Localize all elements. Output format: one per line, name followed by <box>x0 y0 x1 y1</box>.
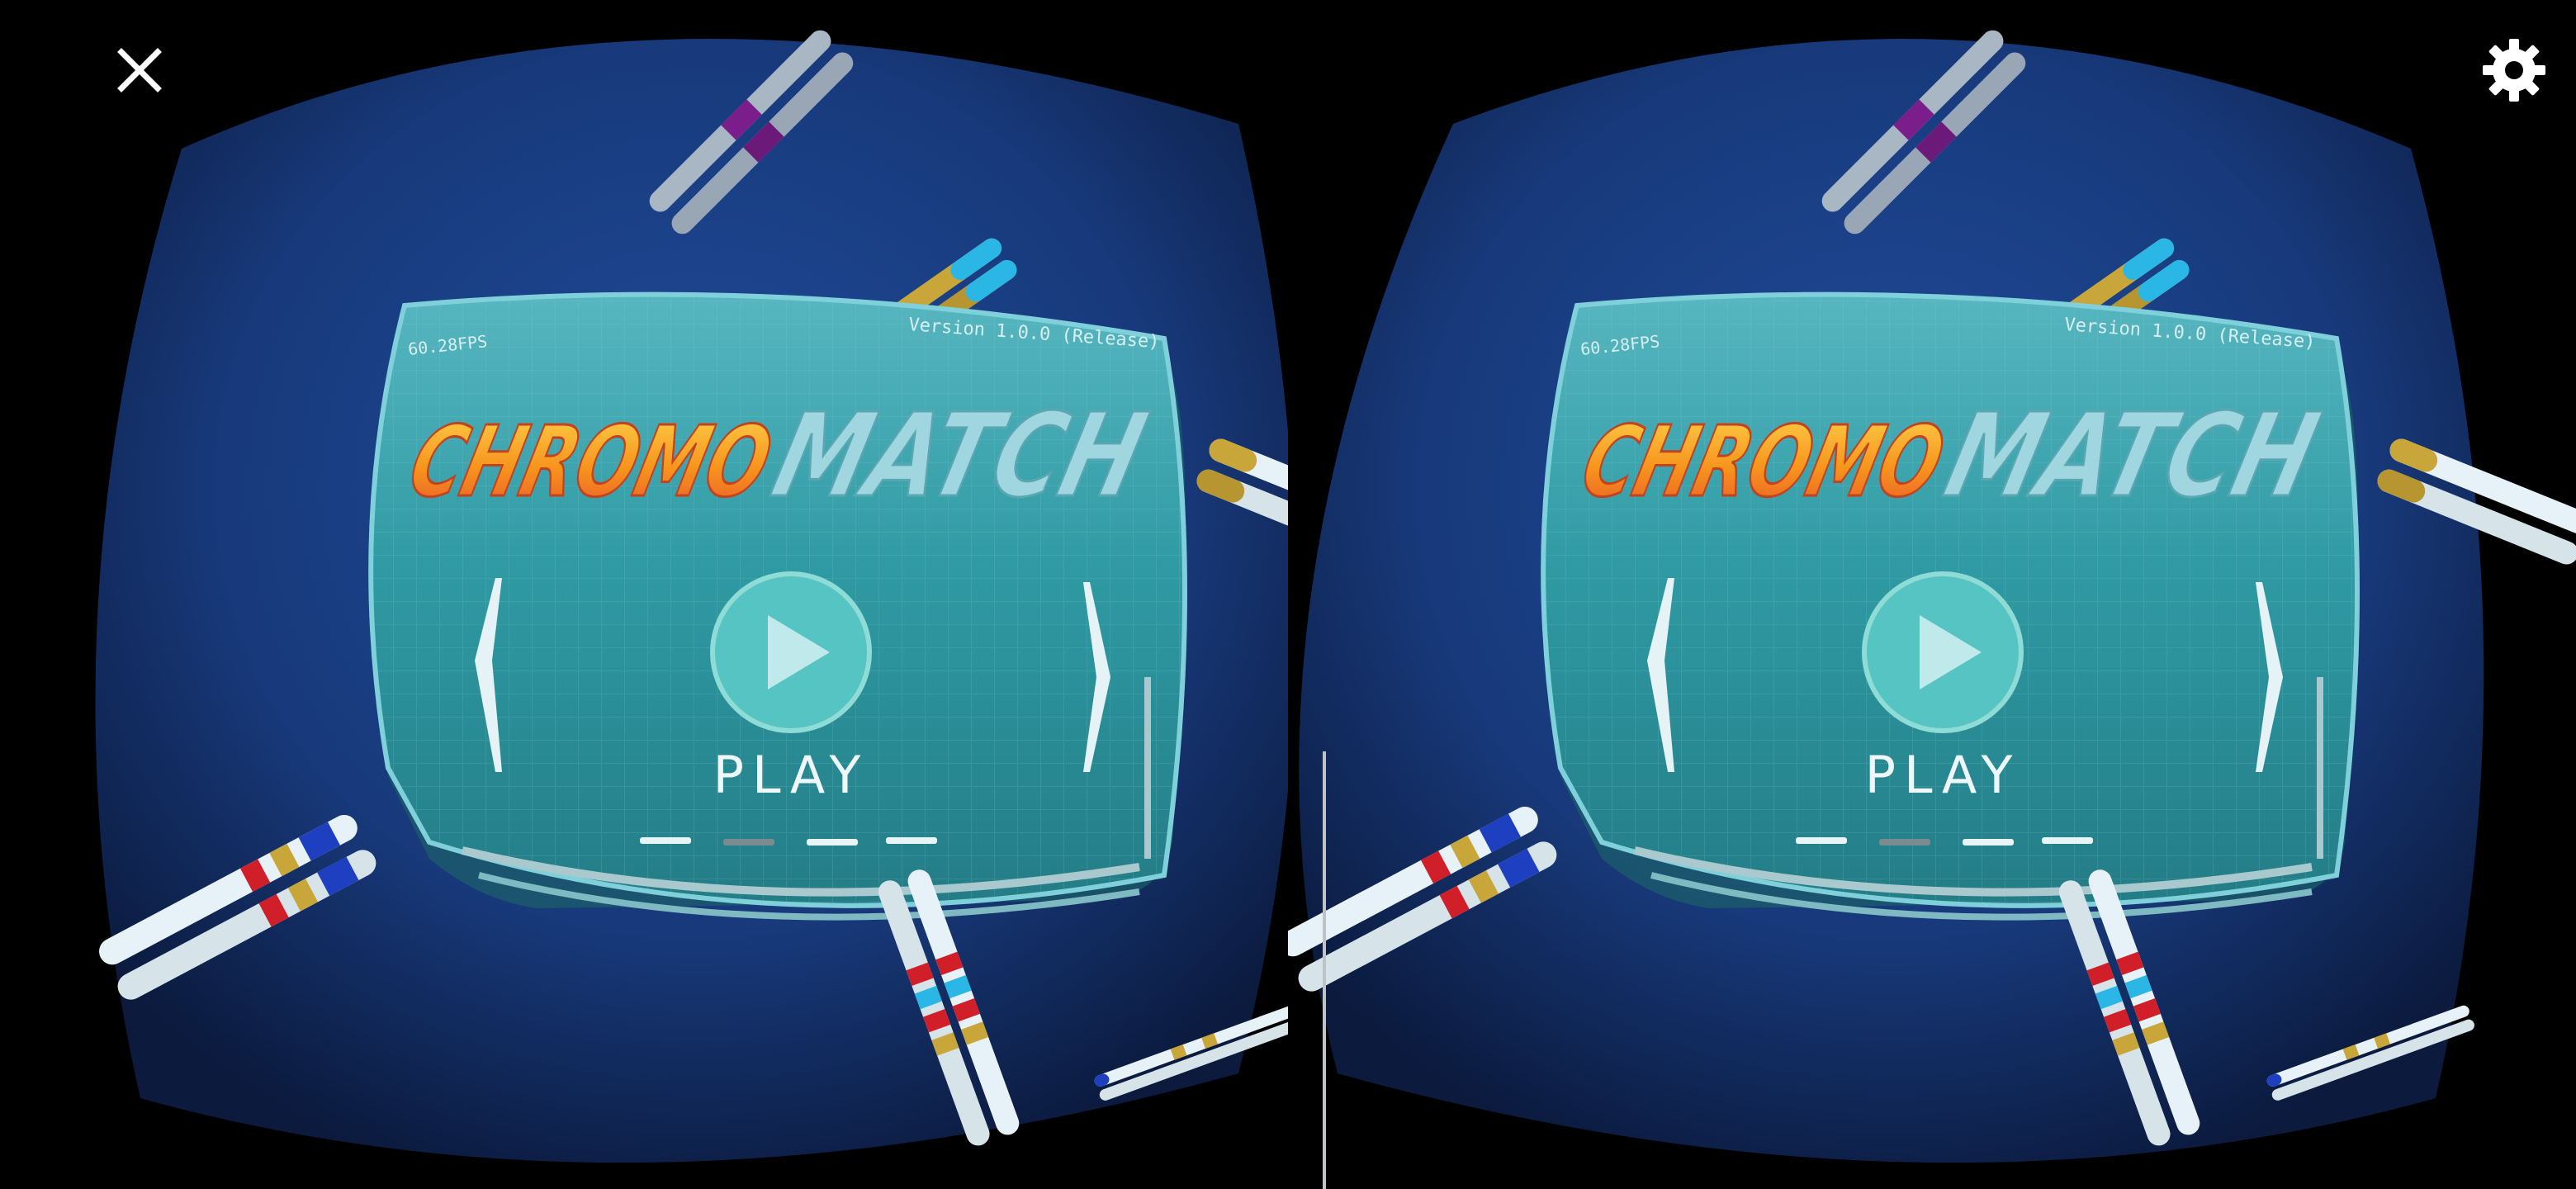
vr-stereo-view: 60.28FPS Version 1.0.0 (Release) CHROMO … <box>0 0 2576 1189</box>
page-dot-active <box>1879 839 1930 846</box>
right-eye-view: 60.28FPS Version 1.0.0 (Release) CHROMO … <box>1288 0 2576 1189</box>
play-button[interactable] <box>1862 571 2024 733</box>
vr-alignment-divider <box>1323 751 1326 1189</box>
title-part-match: MATCH <box>761 388 1158 523</box>
page-dot <box>2042 837 2093 844</box>
page-dot <box>1796 837 1847 844</box>
page-dot <box>1963 839 2014 846</box>
page-dot <box>886 837 937 844</box>
page-dot <box>640 837 691 844</box>
page-dot-active <box>723 839 774 846</box>
game-title-logo: CHROMO MATCH <box>1570 387 2332 524</box>
play-label: PLAY <box>1865 745 2021 805</box>
gear-icon <box>2483 39 2545 102</box>
game-title-logo: CHROMO MATCH <box>398 387 1160 524</box>
left-eye-view: 60.28FPS Version 1.0.0 (Release) CHROMO … <box>0 0 1288 1189</box>
close-button[interactable]: close-icon <box>94 25 185 116</box>
play-label: PLAY <box>713 745 869 805</box>
page-dot <box>807 839 858 846</box>
title-part-match: MATCH <box>1934 388 2331 523</box>
close-icon <box>117 48 162 92</box>
title-part-chromo: CHROMO <box>1571 406 1954 519</box>
play-button[interactable] <box>710 571 872 733</box>
title-part-chromo: CHROMO <box>399 406 782 519</box>
settings-button[interactable]: gear-icon <box>2469 25 2559 116</box>
